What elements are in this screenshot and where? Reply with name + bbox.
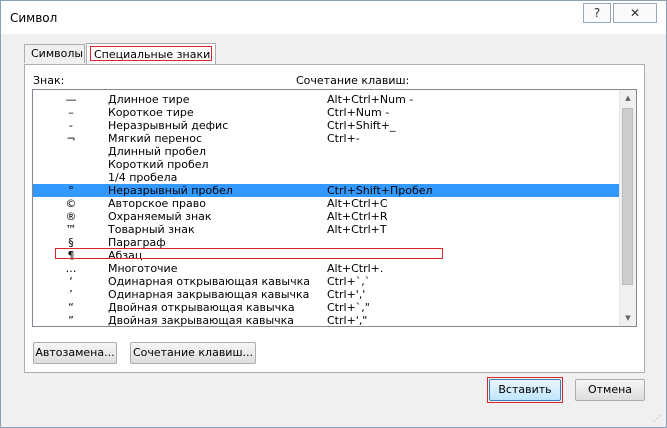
list-item[interactable]: ¬ Мягкий перенос Ctrl+- [33,132,623,145]
character-cell: – [68,106,74,119]
name-cell: Короткое тире [108,106,194,119]
list-item[interactable]: ¶ Абзац [33,249,623,262]
close-icon: ✕ [629,6,641,20]
scrollbar-thumb[interactable] [622,108,633,285]
name-cell: Двойная открывающая кавычка [108,301,295,314]
name-cell: Многоточие [108,262,178,275]
autocorrect-button[interactable]: Автозамена... [33,342,117,364]
list-item-selected[interactable]: ° Неразрывный пробел Ctrl+Shift+Пробел [33,184,623,197]
tab-special-characters-label: Специальные знаки [90,46,212,61]
name-cell: Одинарная открывающая кавычка [108,275,310,288]
tab-symbols[interactable]: Символы [24,44,85,63]
character-cell: § [68,236,74,249]
shortcut-cell: Ctrl+'," [327,314,368,327]
shortcut-cell: Ctrl+',' [327,288,366,301]
dialog-title: Символ [10,11,58,25]
name-cell: Товарный знак [108,223,195,236]
shortcut-cell: Alt+Ctrl+C [327,197,388,210]
list-item[interactable]: ‘ Одинарная открывающая кавычка Ctrl+`,` [33,275,623,288]
shortcut-key-button[interactable]: Сочетание клавиш... [130,342,256,364]
character-cell: © [65,197,77,210]
insert-button[interactable]: Вставить [489,379,561,401]
list-item[interactable]: – Короткое тире Ctrl+Num - [33,106,623,119]
shortcut-cell: Ctrl+Shift+_ [327,119,396,132]
list-item[interactable]: ’ Одинарная закрывающая кавычка Ctrl+',' [33,288,623,301]
scroll-down-arrow-icon[interactable]: ▼ [620,310,636,326]
character-cell: ‘ [69,275,73,288]
vertical-scrollbar[interactable]: ▲ ▼ [619,90,636,326]
character-cell: ° [68,184,74,197]
column-header-character: Знак: [33,74,65,87]
name-cell: Охраняемый знак [108,210,212,223]
special-characters-list[interactable]: — Длинное тире Alt+Ctrl+Num - – Короткое тир… [32,89,637,327]
character-cell: “ [68,301,74,314]
title-bar: Символ ? ✕ [1,1,666,34]
shortcut-cell: Ctrl+`," [327,301,370,314]
list-item[interactable]: ™ Товарный знак Alt+Ctrl+T [33,223,623,236]
list-item[interactable]: … Многоточие Alt+Ctrl+. [33,262,623,275]
name-cell: Неразрывный пробел [108,184,233,197]
column-header-shortcut: Сочетание клавиш: [296,74,410,87]
name-cell: Короткий пробел [108,158,209,171]
help-icon: ? [593,6,601,20]
name-cell: Неразрывный дефис [108,119,229,132]
character-cell: ™ [65,223,77,236]
name-cell: Параграф [108,236,166,249]
character-cell: ¬ [66,132,76,145]
list-item[interactable]: Короткий пробел [33,158,623,171]
character-cell: ‑ [69,119,73,132]
character-cell: — [65,93,77,106]
list-item[interactable]: — Длинное тире Alt+Ctrl+Num - [33,93,623,106]
list-item[interactable]: § Параграф [33,236,623,249]
list-item[interactable]: 1/4 пробела [33,171,623,184]
shortcut-cell: Ctrl+`,` [327,275,371,288]
list-item[interactable]: ® Охраняемый знак Alt+Ctrl+R [33,210,623,223]
shortcut-cell: Ctrl+Num - [327,106,390,119]
symbol-dialog: Символ ? ✕ Символы Специальные знаки Зна… [0,0,667,428]
scroll-up-arrow-icon[interactable]: ▲ [620,90,636,106]
name-cell: Абзац [108,249,143,262]
character-cell: ’ [69,288,73,301]
resize-grip-icon[interactable]: ⋰ [653,414,663,424]
name-cell: 1/4 пробела [108,171,178,184]
shortcut-cell: Alt+Ctrl+. [327,262,384,275]
name-cell: Двойная закрывающая кавычка [108,314,295,327]
list-item[interactable]: © Авторское право Alt+Ctrl+C [33,197,623,210]
name-cell: Одинарная закрывающая кавычка [108,288,310,301]
character-cell: ¶ [67,249,75,262]
shortcut-cell: Alt+Ctrl+Num - [327,93,414,106]
tab-panel: Знак: Сочетание клавиш: — Длинное тире Alt… [24,64,645,373]
character-cell: ® [65,210,77,223]
shortcut-cell: Ctrl+- [327,132,360,145]
shortcut-cell: Alt+Ctrl+R [327,210,388,223]
name-cell: Мягкий перенос [108,132,203,145]
help-button[interactable]: ? [583,3,611,23]
shortcut-cell: Ctrl+Shift+Пробел [327,184,433,197]
name-cell: Длинный пробел [108,145,206,158]
name-cell: Авторское право [108,197,206,210]
cancel-button[interactable]: Отмена [575,379,645,401]
shortcut-cell: Alt+Ctrl+T [327,223,387,236]
close-button[interactable]: ✕ [613,3,657,23]
list-item[interactable]: ‑ Неразрывный дефис Ctrl+Shift+_ [33,119,623,132]
name-cell: Длинное тире [108,93,190,106]
tab-special-characters[interactable]: Специальные знаки [86,43,216,64]
character-cell: ” [68,314,74,327]
list-item[interactable]: ” Двойная закрывающая кавычка Ctrl+'," [33,314,623,327]
list-item[interactable]: Длинный пробел [33,145,623,158]
character-cell: … [65,262,77,275]
list-item[interactable]: “ Двойная открывающая кавычка Ctrl+`," [33,301,623,314]
